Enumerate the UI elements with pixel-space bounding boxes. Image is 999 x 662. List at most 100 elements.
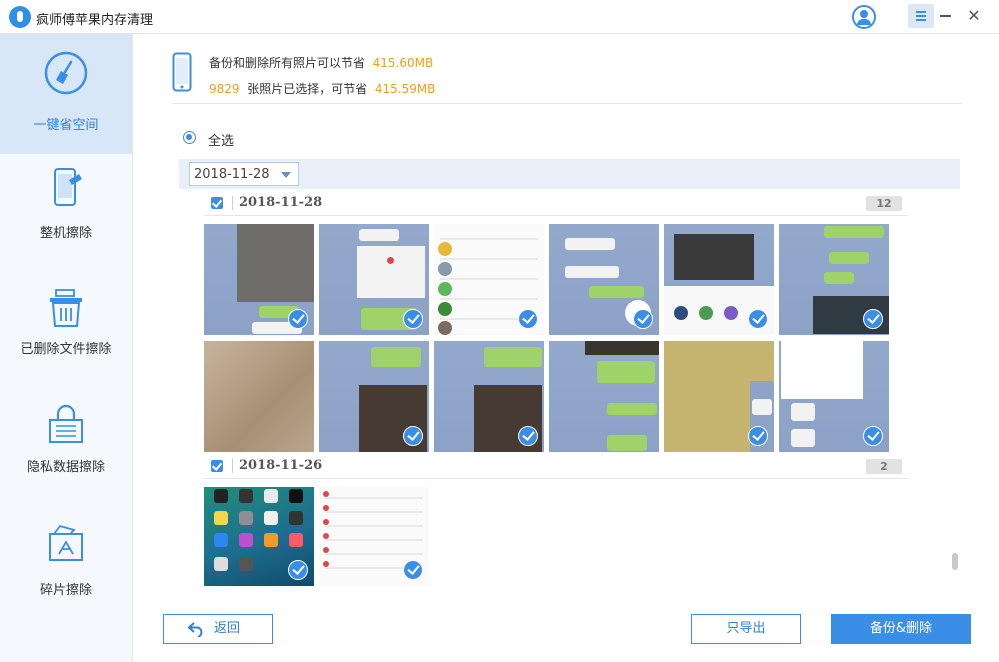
- menu-button[interactable]: [908, 4, 934, 28]
- divider: [172, 103, 962, 104]
- video-frame: [237, 224, 314, 302]
- selected-check-icon[interactable]: [863, 309, 883, 329]
- app-icon: [214, 533, 228, 547]
- selected-check-icon[interactable]: [748, 309, 768, 329]
- group-checkbox[interactable]: [211, 460, 223, 472]
- app-logo-icon: [9, 6, 31, 28]
- sidebar: 一键省空间 整机擦除 已删除文件擦除 隐私数据擦除 碎片擦除: [0, 34, 133, 662]
- selected-check-icon[interactable]: [863, 426, 883, 446]
- back-button[interactable]: 返回: [163, 614, 273, 644]
- back-arrow-icon: [188, 622, 203, 637]
- delete-dot-icon: [323, 561, 329, 567]
- avatar: [438, 282, 452, 296]
- sidebar-item-label: 已删除文件擦除: [20, 342, 112, 357]
- close-button[interactable]: ✕: [964, 6, 984, 26]
- photo-thumbnail[interactable]: [319, 487, 429, 586]
- list-row: [440, 238, 538, 240]
- photo-thumbnail[interactable]: [204, 341, 314, 452]
- map-preview: [357, 246, 425, 298]
- app-icon: [724, 306, 738, 320]
- selected-check-icon[interactable]: [748, 426, 768, 446]
- photo-thumbnail[interactable]: [549, 341, 659, 452]
- photo-group-header: 2018-11-28 12: [204, 194, 908, 216]
- summary-selected-photos: 9829 张照片已选择，可节省 415.59MB: [209, 80, 435, 97]
- avatar: [438, 321, 452, 335]
- sidebar-item-label: 一键省空间: [33, 118, 99, 133]
- photo-thumbnail[interactable]: [549, 224, 659, 335]
- video-frame: [585, 341, 659, 355]
- lock-icon: [49, 404, 83, 443]
- trash-icon: [50, 289, 82, 327]
- app-icon: [239, 489, 253, 503]
- photo-thumbnail[interactable]: [664, 341, 774, 452]
- group-date: 2018-11-26: [239, 458, 323, 473]
- photo-thumbnail[interactable]: [319, 341, 429, 452]
- title-bar: 疯师傅苹果内存清理 ✕: [0, 0, 999, 34]
- app-icon: [239, 511, 253, 525]
- menu-line-icon: [916, 15, 926, 17]
- backup-delete-button[interactable]: 备份&删除: [831, 614, 971, 644]
- sidebar-item-deleted-files-erase[interactable]: 已删除文件擦除: [0, 274, 132, 394]
- photo-thumbnail[interactable]: [779, 341, 889, 452]
- date-dropdown[interactable]: 2018-11-28: [189, 162, 299, 186]
- sidebar-item-one-click-space[interactable]: 一键省空间: [0, 34, 132, 154]
- app-icon: [214, 489, 228, 503]
- selected-check-icon[interactable]: [633, 309, 653, 329]
- summary-size-selected: 415.59MB: [374, 82, 436, 96]
- group-checkbox[interactable]: [211, 197, 223, 209]
- back-button-label: 返回: [214, 621, 241, 636]
- chat-bubble: [565, 266, 619, 278]
- app-icon: [289, 489, 303, 503]
- chat-bubble: [565, 238, 615, 250]
- minimize-button[interactable]: [940, 15, 951, 17]
- chat-bubble: [824, 272, 854, 284]
- photo-thumbnail[interactable]: [204, 487, 314, 586]
- photo-thumbnail[interactable]: [434, 341, 544, 452]
- phone-icon: [172, 52, 192, 92]
- photo-thumbnail[interactable]: [319, 224, 429, 335]
- select-all-radio[interactable]: [183, 131, 196, 144]
- app-icon: [239, 533, 253, 547]
- sidebar-item-fragment-erase[interactable]: 碎片擦除: [0, 514, 132, 634]
- app-title: 疯师傅苹果内存清理: [36, 13, 154, 28]
- photo-thumbnail[interactable]: [204, 224, 314, 335]
- list-row: [325, 525, 423, 527]
- dialog-card: [781, 341, 863, 399]
- broom-icon: [44, 51, 88, 95]
- app-icon: [264, 511, 278, 525]
- avatar: [438, 262, 452, 276]
- sidebar-item-privacy-erase[interactable]: 隐私数据擦除: [0, 394, 132, 514]
- app-icon: [214, 557, 228, 571]
- chat-bubble: [791, 403, 815, 421]
- delete-dot-icon: [323, 505, 329, 511]
- selected-check-icon[interactable]: [403, 560, 423, 580]
- selected-check-icon[interactable]: [403, 309, 423, 329]
- chat-bubble: [752, 399, 772, 415]
- fragment-icon: [49, 524, 83, 561]
- selected-check-icon[interactable]: [288, 309, 308, 329]
- selected-check-icon[interactable]: [403, 426, 423, 446]
- user-account-icon[interactable]: [852, 5, 876, 29]
- photo-thumbnail[interactable]: [434, 224, 544, 335]
- sidebar-item-label: 隐私数据擦除: [26, 460, 105, 475]
- export-only-button[interactable]: 只导出: [691, 614, 801, 644]
- delete-dot-icon: [323, 547, 329, 553]
- chat-bubble: [484, 347, 542, 367]
- scrollbar-thumb[interactable]: [952, 553, 958, 570]
- selected-check-icon[interactable]: [518, 309, 538, 329]
- list-row: [325, 553, 423, 555]
- chat-bubble: [589, 286, 644, 298]
- sidebar-item-device-erase[interactable]: 整机擦除: [0, 154, 132, 274]
- select-all-label[interactable]: 全选: [208, 130, 234, 149]
- app-icon: [264, 489, 278, 503]
- list-row: [440, 278, 538, 280]
- list-row: [325, 511, 423, 513]
- photo-thumbnail[interactable]: [779, 224, 889, 335]
- sidebar-item-label: 碎片擦除: [39, 583, 92, 598]
- chat-bubble: [824, 226, 884, 238]
- selected-check-icon[interactable]: [518, 426, 538, 446]
- list-row: [440, 258, 538, 260]
- divider: [232, 196, 233, 210]
- photo-thumbnail[interactable]: [664, 224, 774, 335]
- selected-check-icon[interactable]: [288, 560, 308, 580]
